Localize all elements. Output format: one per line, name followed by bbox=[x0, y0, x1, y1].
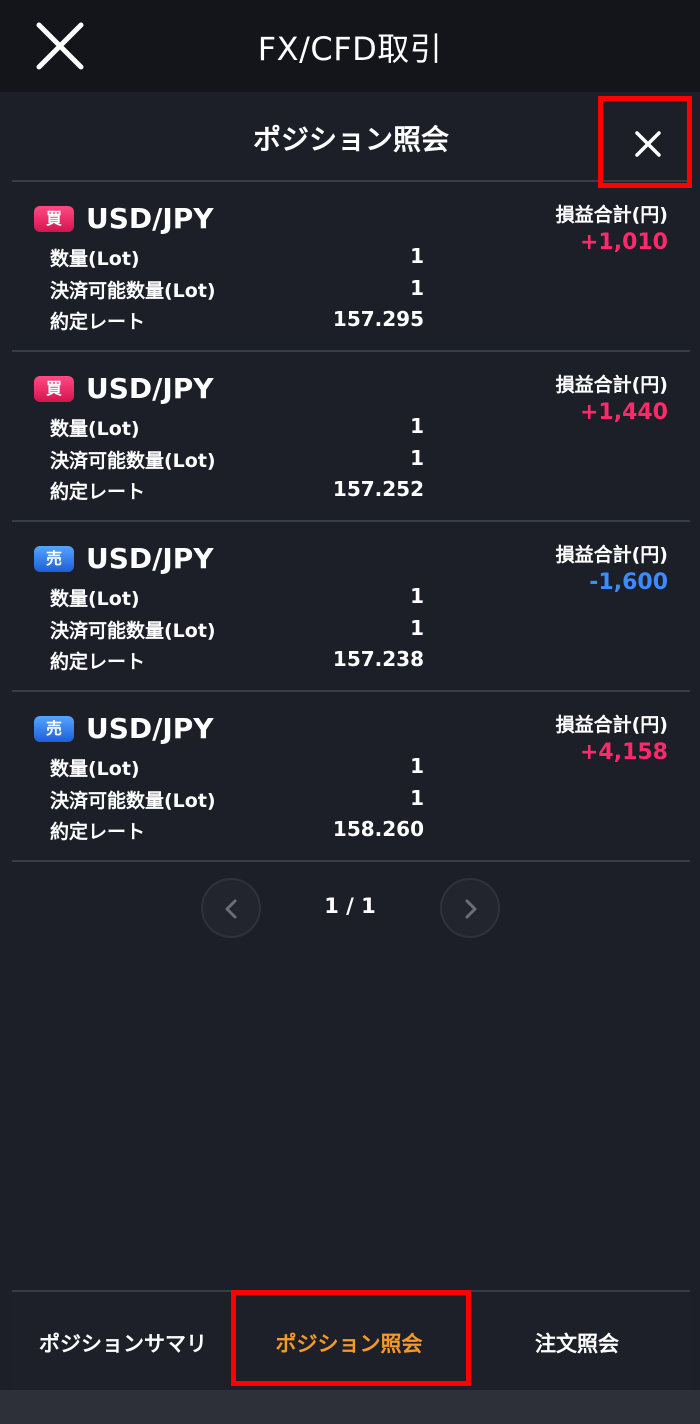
rate-value: 157.252 bbox=[332, 477, 424, 501]
currency-pair: USD/JPY bbox=[86, 202, 214, 235]
pnl-label: 損益合計(円) bbox=[555, 714, 668, 736]
position-item[interactable]: 売 USD/JPY 数量(Lot) 1 決済可能数量(Lot) 1 約定レート … bbox=[12, 692, 690, 862]
rate-label: 約定レート bbox=[50, 821, 146, 843]
rate-value: 158.260 bbox=[332, 817, 424, 841]
chevron-left-icon bbox=[225, 899, 237, 919]
sell-badge: 売 bbox=[34, 546, 74, 572]
settleable-value: 1 bbox=[410, 276, 424, 300]
position-item[interactable]: 買 USD/JPY 数量(Lot) 1 決済可能数量(Lot) 1 約定レート … bbox=[12, 352, 690, 522]
pnl-value: -1,600 bbox=[589, 570, 668, 595]
position-item[interactable]: 売 USD/JPY 数量(Lot) 1 決済可能数量(Lot) 1 約定レート … bbox=[12, 522, 690, 692]
currency-pair: USD/JPY bbox=[86, 542, 214, 575]
pnl-value: +1,440 bbox=[579, 400, 668, 425]
pager: 1 / 1 bbox=[12, 878, 690, 938]
bottom-bar bbox=[0, 1390, 700, 1424]
position-panel: ポジション照会 買 USD/JPY 数量(Lot) 1 決済可能数量(Lot) … bbox=[12, 92, 690, 1390]
tab-position-summary[interactable]: ポジションサマリ bbox=[12, 1328, 234, 1358]
currency-pair: USD/JPY bbox=[86, 712, 214, 745]
sell-badge: 売 bbox=[34, 716, 74, 742]
quantity-label: 数量(Lot) bbox=[50, 758, 140, 780]
quantity-value: 1 bbox=[410, 754, 424, 778]
page-indicator: 1 / 1 bbox=[324, 894, 376, 918]
pnl-value: +4,158 bbox=[579, 740, 668, 765]
rate-value: 157.295 bbox=[332, 307, 424, 331]
quantity-label: 数量(Lot) bbox=[50, 418, 140, 440]
pnl-label: 損益合計(円) bbox=[555, 374, 668, 396]
pnl-label: 損益合計(円) bbox=[555, 204, 668, 226]
position-list: 買 USD/JPY 数量(Lot) 1 決済可能数量(Lot) 1 約定レート … bbox=[12, 182, 690, 862]
settleable-label: 決済可能数量(Lot) bbox=[50, 790, 216, 812]
quantity-value: 1 bbox=[410, 414, 424, 438]
pnl-value: +1,010 bbox=[579, 230, 668, 255]
settleable-label: 決済可能数量(Lot) bbox=[50, 450, 216, 472]
rate-label: 約定レート bbox=[50, 651, 146, 673]
panel-title: ポジション照会 bbox=[252, 123, 449, 156]
buy-badge: 買 bbox=[34, 206, 74, 232]
rate-value: 157.238 bbox=[332, 647, 424, 671]
position-item[interactable]: 買 USD/JPY 数量(Lot) 1 決済可能数量(Lot) 1 約定レート … bbox=[12, 182, 690, 352]
settleable-value: 1 bbox=[410, 616, 424, 640]
tab-highlight-box bbox=[231, 1290, 471, 1386]
rate-label: 約定レート bbox=[50, 481, 146, 503]
settleable-label: 決済可能数量(Lot) bbox=[50, 280, 216, 302]
quantity-label: 数量(Lot) bbox=[50, 248, 140, 270]
quantity-label: 数量(Lot) bbox=[50, 588, 140, 610]
settleable-label: 決済可能数量(Lot) bbox=[50, 620, 216, 642]
tab-order-inquiry[interactable]: 注文照会 bbox=[464, 1328, 690, 1358]
app-header: FX/CFD取引 bbox=[0, 0, 700, 92]
settleable-value: 1 bbox=[410, 446, 424, 470]
settleable-value: 1 bbox=[410, 786, 424, 810]
buy-badge: 買 bbox=[34, 376, 74, 402]
rate-label: 約定レート bbox=[50, 311, 146, 333]
next-page-button[interactable] bbox=[440, 878, 500, 938]
quantity-value: 1 bbox=[410, 584, 424, 608]
prev-page-button[interactable] bbox=[201, 878, 261, 938]
pnl-label: 損益合計(円) bbox=[555, 544, 668, 566]
quantity-value: 1 bbox=[410, 244, 424, 268]
app-title: FX/CFD取引 bbox=[257, 30, 443, 68]
currency-pair: USD/JPY bbox=[86, 372, 214, 405]
chevron-right-icon bbox=[465, 899, 477, 919]
close-highlight-box bbox=[598, 96, 692, 188]
